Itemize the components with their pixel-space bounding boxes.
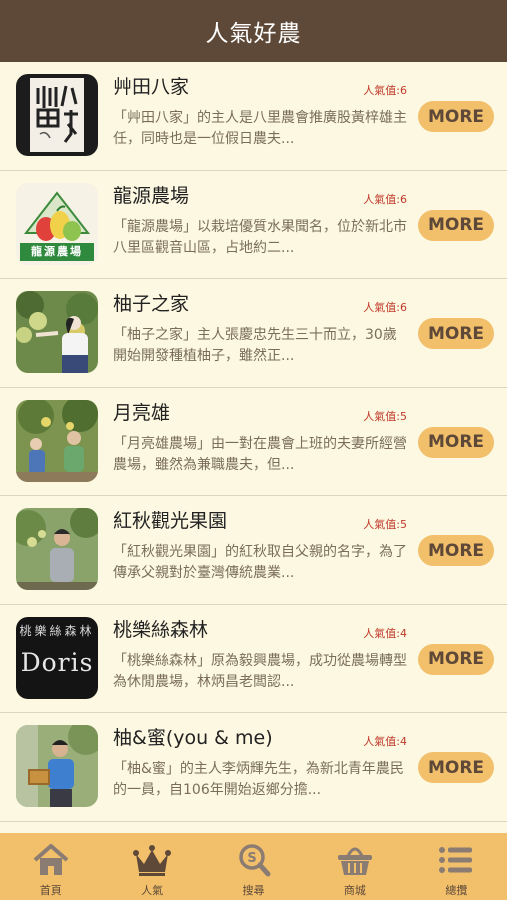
popularity-score: 人氣值:6 [363,84,407,97]
list-item[interactable]: 紅秋觀光果園 人氣值:5 「紅秋觀光果園」的紅秋取自父親的名字，為了傳承父親對於… [0,496,507,605]
farm-description: 「桃樂絲森林」原為毅興農場，成功從農場轉型為休閒農場，林炳昌老闆認... [113,652,407,690]
farm-name: 桃樂絲森林 [113,618,209,641]
menu-icon [439,847,473,873]
popularity-score: 人氣值:6 [363,301,407,314]
tab-shop[interactable]: 商城 [304,833,405,900]
list-item[interactable]: 艸田八家 人氣值:6 「艸田八家」的主人是八里農會推廣股黃梓雄主任，同時也是一位… [0,62,507,171]
farm-thumbnail [16,508,98,590]
farm-name: 月亮雄 [113,401,171,424]
tab-popular[interactable]: 人氣 [101,833,202,900]
crown-icon [133,845,172,876]
search-icon: S [238,844,271,877]
tab-home[interactable]: 首頁 [0,833,101,900]
farm-description: 「紅秋觀光果園」的紅秋取自父親的名字，為了傳承父親對於臺灣傳統農業... [113,544,407,581]
svg-text:S: S [247,851,256,866]
home-icon [33,844,69,875]
farm-thumbnail [16,399,98,482]
farm-logo-text: 龍源農場 [31,244,83,258]
farm-thumbnail: 桃樂絲森林 Doris [16,616,98,699]
farm-description: 「柚&蜜」的主人李炳輝先生，為新北青年農民的一員，自106年開始返鄉分擔... [113,761,404,798]
list-item[interactable]: 柚子之家 人氣值:6 「柚子之家」主人張慶忠先生三十而立，30歲開始開發種植柚子… [0,279,507,388]
farm-logo-text: Doris [20,647,94,677]
farm-name: 紅秋觀光果園 [113,510,228,532]
popularity-score: 人氣值:4 [363,735,407,748]
list-item[interactable]: 桃樂絲森林 Doris 桃樂絲森林 人氣值:4 「桃樂絲森林」原為毅興農場，成功… [0,605,507,713]
farm-thumbnail: 龍源農場 [16,182,98,265]
bottom-tab-bar: 首頁 人氣 S 搜尋 商城 總攬 [0,833,507,900]
tab-overview[interactable]: 總攬 [406,833,507,900]
page-title: 人氣好農 [205,21,302,47]
basket-icon [337,847,372,875]
list-item[interactable]: 柚&蜜(you & me) 人氣值:4 「柚&蜜」的主人李炳輝先生，為新北青年農… [0,713,507,822]
tab-label: 總攬 [445,884,468,897]
tab-label: 人氣 [141,884,164,897]
more-button[interactable]: MORE [418,318,494,349]
more-button[interactable]: MORE [418,426,494,458]
popularity-score: 人氣值:4 [363,626,407,640]
farm-name: 艸田八家 [113,76,190,98]
popularity-score: 人氣值:6 [363,192,407,206]
farm-logo-subtext: 桃樂絲森林 [19,623,95,638]
farm-description: 「柚子之家」主人張慶忠先生三十而立，30歲開始開發種植柚子，雖然正... [113,327,397,364]
popularity-score: 人氣值:5 [363,409,407,423]
list-item[interactable]: 月亮雄 人氣值:5 「月亮雄農場」由一對在農會上班的夫妻所經營農場，雖然為兼職農… [0,388,507,496]
farm-thumbnail [16,74,98,156]
farm-description: 「艸田八家」的主人是八里農會推廣股黃梓雄主任，同時也是一位假日農夫... [113,110,407,147]
farm-name: 柚子之家 [113,293,190,315]
more-button[interactable]: MORE [418,535,494,566]
tab-search[interactable]: S 搜尋 [203,833,304,900]
tab-label: 搜尋 [242,884,265,897]
more-button[interactable]: MORE [418,209,494,241]
farm-name: 柚&蜜(you & me) [113,727,273,749]
more-button[interactable]: MORE [418,643,494,675]
popularity-score: 人氣值:5 [363,518,407,531]
farm-thumbnail [16,291,98,373]
tab-label: 商城 [343,884,366,897]
more-button[interactable]: MORE [418,752,494,783]
farm-thumbnail [16,725,98,807]
farm-name: 龍源農場 [113,184,190,207]
tab-label: 首頁 [39,884,62,897]
list-item[interactable]: 龍源農場 龍源農場 人氣值:6 「龍源農場」以栽培優質水果聞名，位於新北市八里區… [0,171,507,279]
farm-list[interactable]: 艸田八家 人氣值:6 「艸田八家」的主人是八里農會推廣股黃梓雄主任，同時也是一位… [0,62,507,833]
more-button[interactable]: MORE [418,101,494,132]
farm-description: 「龍源農場」以栽培優質水果聞名，位於新北市八里區觀音山區，占地約二... [113,218,407,256]
farm-description: 「月亮雄農場」由一對在農會上班的夫妻所經營農場，雖然為兼職農夫，但... [113,435,407,473]
app-header: 人氣好農 [0,0,507,62]
